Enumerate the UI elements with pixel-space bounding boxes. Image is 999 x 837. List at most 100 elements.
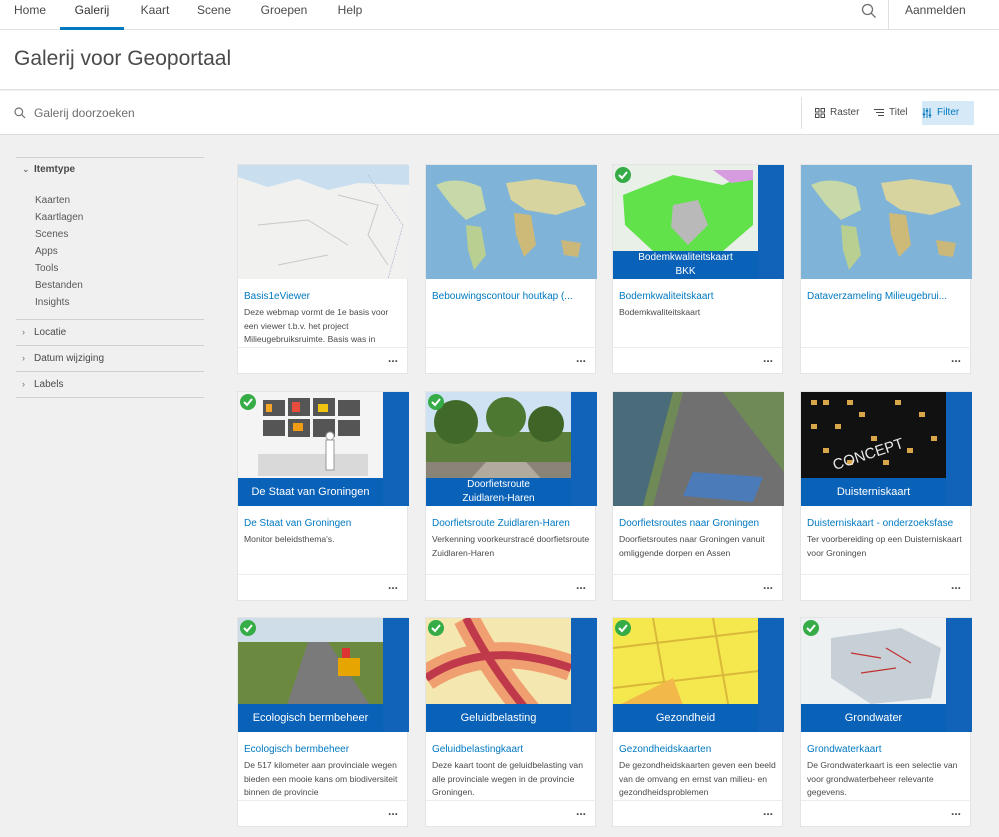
banner-text: Doorfietsroute [467,479,530,490]
card-banner: Duisterniskaart [801,478,946,506]
card-title[interactable]: Basis1eViewer [244,291,404,302]
gallery-card[interactable]: Doorfietsroute Zuidlaren-Haren Doorfietsr… [425,391,597,601]
nav-map[interactable]: Kaart [140,0,170,30]
verified-check-icon [615,620,631,636]
more-options-button[interactable]: ... [951,578,961,592]
gallery-card[interactable]: Ecologisch bermbeheer Ecologisch bermbeh… [237,617,409,827]
card-thumbnail[interactable] [426,165,597,279]
card-thumbnail[interactable]: De Staat van Groningen [238,392,409,506]
chevron-right-icon: › [22,379,25,389]
card-title[interactable]: Gezondheidskaarten [619,744,779,755]
card-title[interactable]: Grondwaterkaart [807,744,967,755]
more-options-button[interactable]: ... [576,351,586,365]
verified-check-icon [803,620,819,636]
filter-label: Filter [937,107,960,118]
gallery-card[interactable]: Gezondheid Gezondheidskaarten De gezondh… [612,617,784,827]
banner-text: Bodemkwaliteitskaart [638,252,733,263]
gallery-card[interactable]: Doorfietsroutes naar Groningen Doorfiets… [612,391,784,601]
card-title[interactable]: Doorfietsroutes naar Groningen [619,518,779,529]
card-thumbnail[interactable]: Doorfietsroute Zuidlaren-Haren [426,392,597,506]
sidebar-divider [16,371,204,372]
card-divider [238,574,409,575]
card-title[interactable]: Dataverzameling Milieugebrui... [807,291,967,302]
filter-labels-header[interactable]: › Labels [22,379,63,390]
filter-option-insights[interactable]: Insights [35,297,69,308]
chevron-right-icon: › [22,353,25,363]
card-thumbnail[interactable] [801,165,972,279]
brand-strip [758,165,784,279]
filter-option-layers[interactable]: Kaartlagen [35,212,83,223]
gallery-card[interactable]: Basis1eViewer Deze webmap vormt de 1e ba… [237,164,409,374]
card-banner: Geluidbelasting [426,704,571,732]
more-options-button[interactable]: ... [388,804,398,818]
gallery-card[interactable]: De Staat van Groningen De Staat van Gron… [237,391,409,601]
card-divider [426,347,597,348]
title-bar: Galerij voor Geoportaal [0,30,999,90]
card-thumbnail[interactable]: Geluidbelasting [426,618,597,732]
list-icon [874,109,884,116]
sidebar-divider [16,157,204,158]
search-icon[interactable] [861,3,877,19]
card-title[interactable]: Geluidbelastingkaart [432,744,592,755]
filter-date-header[interactable]: › Datum wijziging [22,353,104,364]
card-divider [801,347,972,348]
card-thumbnail[interactable]: Gezondheid [613,618,784,732]
more-options-button[interactable]: ... [388,351,398,365]
card-thumbnail[interactable]: Grondwater [801,618,972,732]
filter-option-scenes[interactable]: Scenes [35,229,68,240]
chevron-down-icon: ⌄ [22,164,30,174]
filter-itemtype-header[interactable]: ⌄ Itemtype [22,164,75,175]
more-options-button[interactable]: ... [763,351,773,365]
card-thumbnail[interactable]: CONCEPT Duisterniskaart [801,392,972,506]
card-thumbnail[interactable] [238,165,409,279]
brand-strip [383,392,409,506]
filter-location-header[interactable]: › Locatie [22,327,66,338]
card-title[interactable]: De Staat van Groningen [244,518,404,529]
filter-option-apps[interactable]: Apps [35,246,58,257]
card-description: Monitor beleidsthema's. [244,534,335,544]
login-link[interactable]: Aanmelden [905,0,966,20]
gallery-card[interactable]: Bodemkwaliteitskaart BKK Bodemkwaliteitsk… [612,164,784,374]
card-title[interactable]: Doorfietsroute Zuidlaren-Haren [432,518,592,529]
filter-labels-label: Labels [34,379,64,390]
nav-help[interactable]: Help [337,0,363,30]
card-title[interactable]: Ecologisch bermbeheer [244,744,404,755]
brand-strip [946,392,972,506]
filter-option-tools[interactable]: Tools [35,263,58,274]
more-options-button[interactable]: ... [388,578,398,592]
gallery-search-input[interactable] [34,103,534,123]
nav-groups[interactable]: Groepen [260,0,308,30]
grid-view-button[interactable]: Raster [815,101,865,125]
card-description: Deze webmap vormt de 1e basis voor een v… [244,307,389,345]
card-banner: Gezondheid [613,704,758,732]
card-title[interactable]: Bebouwingscontour houtkap (... [432,291,592,302]
brand-strip [383,618,409,732]
card-thumbnail[interactable]: Bodemkwaliteitskaart BKK [613,165,784,279]
card-banner: De Staat van Groningen [238,478,383,506]
card-title[interactable]: Duisterniskaart - onderzoeksfase [807,518,967,529]
more-options-button[interactable]: ... [763,804,773,818]
brand-strip [571,618,597,732]
gallery-card[interactable]: CONCEPT Duisterniskaart Duisterniskaart … [800,391,972,601]
filter-button[interactable]: Filter [922,101,974,125]
more-options-button[interactable]: ... [576,578,586,592]
gallery-card[interactable]: Dataverzameling Milieugebrui... ... [800,164,972,374]
title-sort-button[interactable]: Titel [874,101,918,125]
nav-home[interactable]: Home [14,0,46,30]
nav-gallery[interactable]: Galerij [60,0,124,30]
more-options-button[interactable]: ... [576,804,586,818]
verified-check-icon [240,394,256,410]
more-options-button[interactable]: ... [951,351,961,365]
gallery-card[interactable]: Bebouwingscontour houtkap (... ... [425,164,597,374]
card-thumbnail[interactable] [613,392,784,506]
card-title[interactable]: Bodemkwaliteitskaart [619,291,779,302]
filter-option-maps[interactable]: Kaarten [35,195,70,206]
filter-option-files[interactable]: Bestanden [35,280,83,291]
card-thumbnail[interactable]: Ecologisch bermbeheer [238,618,409,732]
gallery-card[interactable]: Geluidbelasting Geluidbelastingkaart Dez… [425,617,597,827]
nav-scene[interactable]: Scene [197,0,231,30]
gallery-card[interactable]: Grondwater Grondwaterkaart De Grondwater… [800,617,972,827]
more-options-button[interactable]: ... [951,804,961,818]
more-options-button[interactable]: ... [763,578,773,592]
brand-strip [946,618,972,732]
